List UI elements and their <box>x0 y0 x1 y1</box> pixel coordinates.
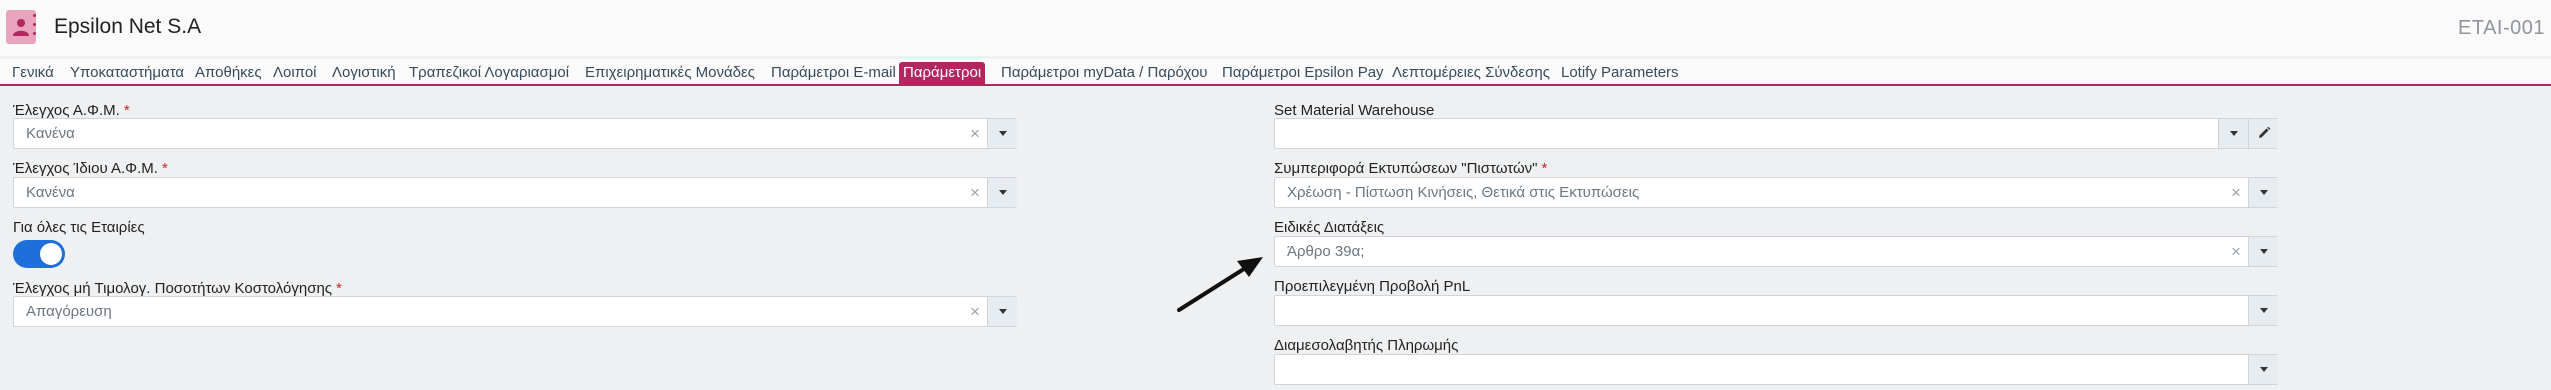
dropdown-button[interactable] <box>2248 237 2278 266</box>
tab-mydata-params[interactable]: Παράμετροι myData / Παρόχου <box>997 62 1212 86</box>
costing-check-value: Απαγόρευση <box>26 303 112 320</box>
dropdown-button[interactable] <box>2248 296 2278 325</box>
toggle-knob <box>40 243 62 265</box>
special-provisions-value: Άρθρο 39α; <box>1287 243 1365 260</box>
vat-check-label: Έλεγχος Α.Φ.Μ. * <box>13 102 130 119</box>
dropdown-button[interactable] <box>2218 119 2248 148</box>
default-pnl-select[interactable] <box>1274 295 2278 326</box>
dropdown-button[interactable] <box>2248 355 2278 384</box>
annotation-arrow-icon <box>1177 257 1263 312</box>
clear-icon[interactable]: × <box>970 124 980 144</box>
user-icon <box>13 19 29 36</box>
all-companies-toggle[interactable] <box>13 240 65 268</box>
tab-accounting[interactable]: Λογιστική <box>328 62 400 86</box>
caret-down-icon <box>2260 249 2268 254</box>
vat-check-value: Κανένα <box>26 125 75 142</box>
tab-general[interactable]: Γενικά <box>8 62 58 86</box>
tab-warehouses[interactable]: Αποθήκες <box>191 62 266 86</box>
app-header: Epsilon Net S.A ETAI-001 <box>0 0 2551 56</box>
tab-epsilon-pay[interactable]: Παράμετροι Epsilon Pay <box>1218 62 1388 86</box>
dropdown-button[interactable] <box>987 178 1017 207</box>
tab-parameters[interactable]: Παράμετροι <box>899 62 986 86</box>
payment-broker-label: Διαμεσολαβητής Πληρωμής <box>1274 337 1459 354</box>
material-warehouse-select[interactable] <box>1274 118 2278 149</box>
caret-down-icon <box>2230 131 2238 136</box>
menu-dots-icon[interactable] <box>33 14 37 40</box>
dropdown-button[interactable] <box>987 297 1017 326</box>
clear-icon[interactable]: × <box>970 183 980 203</box>
special-provisions-label: Ειδικές Διατάξεις <box>1274 219 1385 236</box>
payment-broker-select[interactable] <box>1274 354 2278 385</box>
vat-check-select[interactable]: Κανένα × <box>13 118 1017 149</box>
edit-button[interactable] <box>2248 119 2278 148</box>
clear-icon[interactable]: × <box>2231 183 2241 203</box>
tab-branches[interactable]: Υποκαταστήματα <box>66 62 188 86</box>
credit-print-select[interactable]: Χρέωση - Πίστωση Κινήσεις, Θετικά στις Ε… <box>1274 177 2278 208</box>
caret-down-icon <box>999 131 1007 136</box>
special-provisions-select[interactable]: Άρθρο 39α; × <box>1274 236 2278 267</box>
tab-bar: Γενικά Υποκαταστήματα Αποθήκες Λοιποί Λο… <box>0 59 2551 86</box>
all-companies-label: Για όλες τις Εταιρίες <box>13 219 145 236</box>
tab-lotify[interactable]: Lotify Parameters <box>1557 62 1683 86</box>
credit-print-value: Χρέωση - Πίστωση Κινήσεις, Θετικά στις Ε… <box>1287 184 1640 201</box>
caret-down-icon <box>999 309 1007 314</box>
dropdown-button[interactable] <box>987 119 1017 148</box>
dropdown-button[interactable] <box>2248 178 2278 207</box>
default-pnl-label: Προεπιλεγμένη Προβολή PnL <box>1274 278 1471 295</box>
caret-down-icon <box>2260 190 2268 195</box>
own-vat-check-value: Κανένα <box>26 184 75 201</box>
clear-icon[interactable]: × <box>970 302 980 322</box>
company-code: ETAI-001 <box>2458 17 2545 39</box>
own-vat-check-label: Έλεγχος Ίδιου Α.Φ.Μ. * <box>13 160 168 177</box>
caret-down-icon <box>2260 367 2268 372</box>
caret-down-icon <box>999 190 1007 195</box>
tab-connection-details[interactable]: Λεπτομέρειες Σύνδεσης <box>1388 62 1554 86</box>
tab-other[interactable]: Λοιποί <box>269 62 321 86</box>
company-title: Epsilon Net S.A <box>54 15 202 38</box>
pencil-icon <box>2259 126 2271 138</box>
caret-down-icon <box>2260 308 2268 313</box>
app-avatar[interactable] <box>6 10 36 44</box>
own-vat-check-select[interactable]: Κανένα × <box>13 177 1017 208</box>
tab-bank-accounts[interactable]: Τραπεζικοί Λογαριασμοί <box>405 62 573 86</box>
costing-check-select[interactable]: Απαγόρευση × <box>13 296 1017 327</box>
material-warehouse-label: Set Material Warehouse <box>1274 102 1435 119</box>
clear-icon[interactable]: × <box>2231 242 2241 262</box>
credit-print-label: Συμπεριφορά Εκτυπώσεων "Πιστωτών" * <box>1274 160 1548 177</box>
tab-business-units[interactable]: Επιχειρηματικές Μονάδες <box>581 62 759 86</box>
costing-check-label: Έλεγχος μή Τιμολογ. Ποσοτήτων Κοστολόγησ… <box>13 280 342 297</box>
tab-email-params[interactable]: Παράμετροι E-mail <box>767 62 900 86</box>
